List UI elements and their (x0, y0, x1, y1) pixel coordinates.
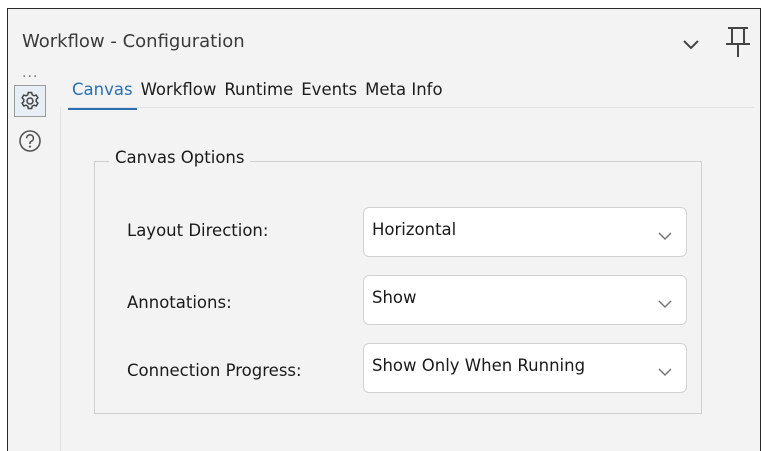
tab-divider (68, 107, 754, 108)
tab-events[interactable]: Events (297, 79, 361, 107)
tab-meta-info[interactable]: Meta Info (361, 79, 446, 107)
panel-header: Workflow - Configuration (8, 9, 760, 73)
canvas-options-group: Canvas Options Layout Direction: Horizon… (94, 148, 702, 414)
tab-strip: Canvas Workflow Runtime Events Meta Info (68, 79, 447, 110)
chevron-down-icon (658, 226, 672, 241)
annotations-value: Show (372, 288, 417, 307)
connection-progress-label: Connection Progress: (127, 361, 302, 380)
tab-runtime[interactable]: Runtime (220, 79, 297, 107)
rail-divider (60, 107, 61, 451)
annotations-label: Annotations: (127, 293, 232, 312)
connection-progress-select[interactable]: Show Only When Running (363, 343, 687, 393)
pin-icon[interactable] (722, 25, 752, 59)
tab-workflow[interactable]: Workflow (137, 79, 221, 107)
tab-canvas[interactable]: Canvas (68, 79, 137, 110)
layout-direction-select[interactable]: Horizontal (363, 207, 687, 257)
group-title: Canvas Options (109, 148, 251, 167)
annotations-select[interactable]: Show (363, 275, 687, 325)
chevron-down-icon (658, 362, 672, 377)
layout-direction-label: Layout Direction: (127, 221, 269, 240)
more-options-dots[interactable]: ··· (22, 69, 38, 85)
connection-progress-value: Show Only When Running (372, 356, 586, 375)
help-icon[interactable] (17, 128, 43, 154)
chevron-down-icon[interactable] (680, 33, 702, 55)
configuration-panel: Workflow - Configuration ··· Canvas Work… (7, 8, 761, 451)
side-rail: ··· (8, 69, 60, 451)
chevron-down-icon (658, 294, 672, 309)
panel-title: Workflow - Configuration (22, 31, 245, 52)
layout-direction-value: Horizontal (372, 220, 457, 239)
gear-icon[interactable] (14, 85, 46, 117)
